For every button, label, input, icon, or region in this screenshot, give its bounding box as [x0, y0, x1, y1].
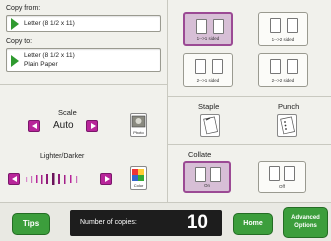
copy-to-label: Copy to:: [6, 38, 33, 45]
sided-1-to-2-button[interactable]: 1-->2 sided: [258, 12, 308, 46]
copies-display[interactable]: Number of copies: 10: [70, 210, 222, 236]
collate-off-button[interactable]: Off: [258, 161, 306, 193]
home-button[interactable]: Home: [233, 213, 273, 235]
page-icon: [195, 167, 206, 182]
page-icon: [270, 18, 281, 33]
lighter-darker-label: Lighter/Darker: [40, 153, 85, 160]
sided-2-to-2-button[interactable]: 2-->2 sided: [258, 53, 308, 87]
photo-label: Photo: [133, 130, 144, 135]
copy-from-label: Copy from:: [6, 5, 41, 12]
copies-value: 10: [186, 212, 208, 233]
page-icon: [270, 59, 281, 74]
photo-icon: [131, 115, 146, 128]
page-icon: [210, 167, 221, 182]
sided-label: 1-->2 sided: [271, 37, 295, 42]
collate-label: Collate: [188, 150, 212, 159]
sided-2-to-1-button[interactable]: 2-->1 sided: [183, 53, 233, 87]
darker-button[interactable]: [100, 173, 112, 185]
page-icon: [287, 18, 298, 33]
right-panel: 1-->1 sided 1-->2 sided 2-->1 sided 2-->…: [168, 0, 331, 202]
staple-label: Staple: [198, 102, 220, 111]
tips-button[interactable]: Tips: [12, 213, 50, 235]
copy-from-field[interactable]: Letter (8 1/2 x 11): [6, 15, 161, 32]
scale-label: Scale: [58, 108, 77, 117]
color-icon: [132, 169, 144, 181]
punch-icon: [280, 116, 295, 135]
play-icon: [11, 55, 19, 67]
scale-value: Auto: [53, 120, 74, 131]
collate-on-button[interactable]: On: [183, 161, 231, 193]
sided-label: 2-->2 sided: [271, 78, 295, 83]
lighter-button[interactable]: [8, 173, 20, 185]
advanced-options-button[interactable]: Advanced Options: [283, 207, 328, 238]
copy-screen: Copy from: Letter (8 1/2 x 11) Copy to: …: [0, 0, 331, 241]
sided-1-to-1-button[interactable]: 1-->1 sided: [183, 12, 233, 46]
options-label: Options: [294, 223, 317, 229]
photo-button[interactable]: Photo: [130, 113, 147, 137]
punch-button[interactable]: [277, 114, 297, 137]
scale-increase-button[interactable]: [86, 120, 98, 132]
left-panel: Copy from: Letter (8 1/2 x 11) Copy to: …: [0, 0, 168, 202]
sided-label: 1-->1 sided: [196, 36, 220, 41]
copy-from-value: Letter (8 1/2 x 11): [24, 20, 75, 27]
darkness-scale-bars: [26, 173, 78, 185]
color-label: Color: [133, 183, 144, 188]
punch-label: Punch: [278, 102, 300, 111]
page-icon: [287, 59, 298, 74]
copy-to-field[interactable]: Letter (8 1/2 x 11) Plain Paper: [6, 48, 161, 72]
page-icon: [284, 166, 295, 181]
copy-to-paper: Plain Paper: [24, 61, 58, 68]
color-button[interactable]: Color: [130, 166, 147, 190]
scale-decrease-button[interactable]: [28, 120, 40, 132]
page-icon: [269, 166, 280, 181]
advanced-label: Advanced: [291, 215, 320, 221]
copy-to-size: Letter (8 1/2 x 11): [24, 52, 75, 59]
divider: [0, 84, 168, 85]
play-icon: [11, 18, 19, 30]
divider: [168, 96, 331, 97]
bottom-bar: Tips Number of copies: 10 Home Advanced …: [0, 202, 331, 241]
staple-icon: [203, 116, 218, 135]
page-icon: [195, 59, 206, 74]
staple-button[interactable]: [200, 114, 220, 137]
divider: [168, 144, 331, 145]
sided-label: 2-->1 sided: [196, 78, 220, 83]
copies-label: Number of copies:: [80, 219, 137, 226]
page-icon: [196, 19, 207, 34]
collate-on-label: On: [203, 183, 210, 188]
collate-off-label: Off: [279, 184, 285, 189]
page-icon: [212, 59, 223, 74]
page-icon: [213, 19, 224, 34]
